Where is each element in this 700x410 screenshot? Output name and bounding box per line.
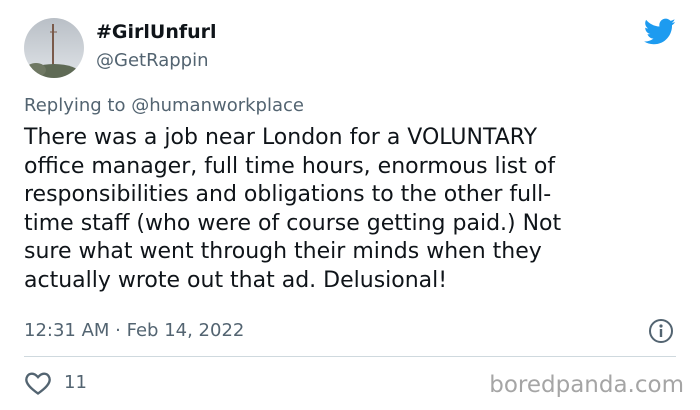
tweet-timestamp[interactable]: 12:31 AM · Feb 14, 2022: [24, 320, 244, 341]
author-display-name[interactable]: #GirlUnfurl: [96, 21, 217, 43]
tweet-text: There was a job near London for a VOLUNT…: [24, 125, 562, 293]
replying-to-line: Replying to @humanworkplace: [24, 95, 304, 116]
like-count[interactable]: 11: [64, 372, 87, 393]
avatar[interactable]: [24, 18, 84, 78]
reply-mention-link[interactable]: @humanworkplace: [131, 95, 304, 116]
heart-icon[interactable]: [24, 370, 52, 396]
avatar-image: [24, 18, 84, 78]
watermark: boredpanda.com: [489, 372, 684, 398]
info-icon[interactable]: [648, 318, 674, 344]
twitter-bird-icon[interactable]: [644, 18, 676, 46]
author-handle[interactable]: @GetRappin: [96, 50, 208, 71]
divider: [24, 356, 676, 357]
replying-to-prefix: Replying to: [24, 95, 132, 116]
